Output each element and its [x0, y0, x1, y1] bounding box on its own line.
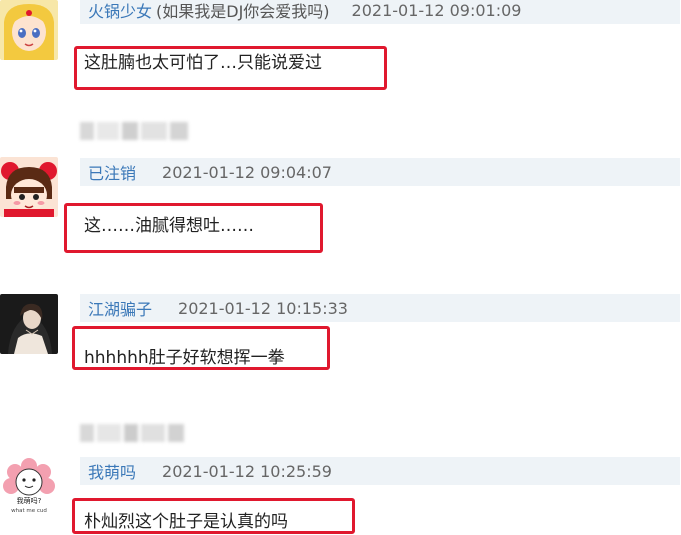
blurred-reply-placeholder — [80, 424, 184, 442]
comment-text: 这……油腻得想吐…… — [84, 215, 254, 236]
photo-woman-avatar-icon[interactable] — [0, 294, 58, 354]
avatar-caption-line2: what me cud — [11, 508, 47, 514]
comment-timestamp: 2021-01-12 09:04:07 — [162, 162, 332, 182]
username-link[interactable]: 火锅少女 — [88, 0, 152, 22]
username-link[interactable]: 江湖骗子 — [88, 296, 152, 320]
username-link[interactable]: 已注销 — [88, 160, 136, 184]
avatar-caption-line1: 我萌吗? — [17, 496, 42, 505]
comment-header: 已注销 2021-01-12 09:04:07 — [80, 158, 680, 186]
username-link[interactable]: 我萌吗 — [88, 459, 136, 483]
username-suffix: (如果我是DJ你会爱我吗) — [156, 2, 330, 21]
cartoon-character-avatar-icon[interactable] — [0, 157, 58, 217]
comment-text: hhhhhh肚子好软想挥一拳 — [84, 347, 285, 368]
comment-timestamp: 2021-01-12 09:01:09 — [351, 0, 522, 20]
comment-header: 我萌吗 2021-01-12 10:25:59 — [80, 457, 680, 485]
comment-text: 朴灿烈这个肚子是认真的吗 — [84, 511, 288, 532]
comment-text: 这肚腩也太可怕了…只能说爱过 — [84, 52, 322, 73]
comment-timestamp: 2021-01-12 10:15:33 — [178, 298, 348, 318]
comment-timestamp: 2021-01-12 10:25:59 — [162, 461, 332, 481]
flower-meme-avatar-icon[interactable]: 我萌吗? what me cud — [0, 456, 58, 516]
blurred-reply-placeholder — [80, 122, 188, 140]
comment-thread: 火锅少女 (如果我是DJ你会爱我吗) 2021-01-12 09:01:09 这… — [0, 0, 681, 535]
comment-header: 江湖骗子 2021-01-12 10:15:33 — [80, 294, 680, 322]
anime-girl-avatar-icon[interactable] — [0, 0, 58, 60]
comment-header: 火锅少女 (如果我是DJ你会爱我吗) 2021-01-12 09:01:09 — [80, 0, 680, 24]
